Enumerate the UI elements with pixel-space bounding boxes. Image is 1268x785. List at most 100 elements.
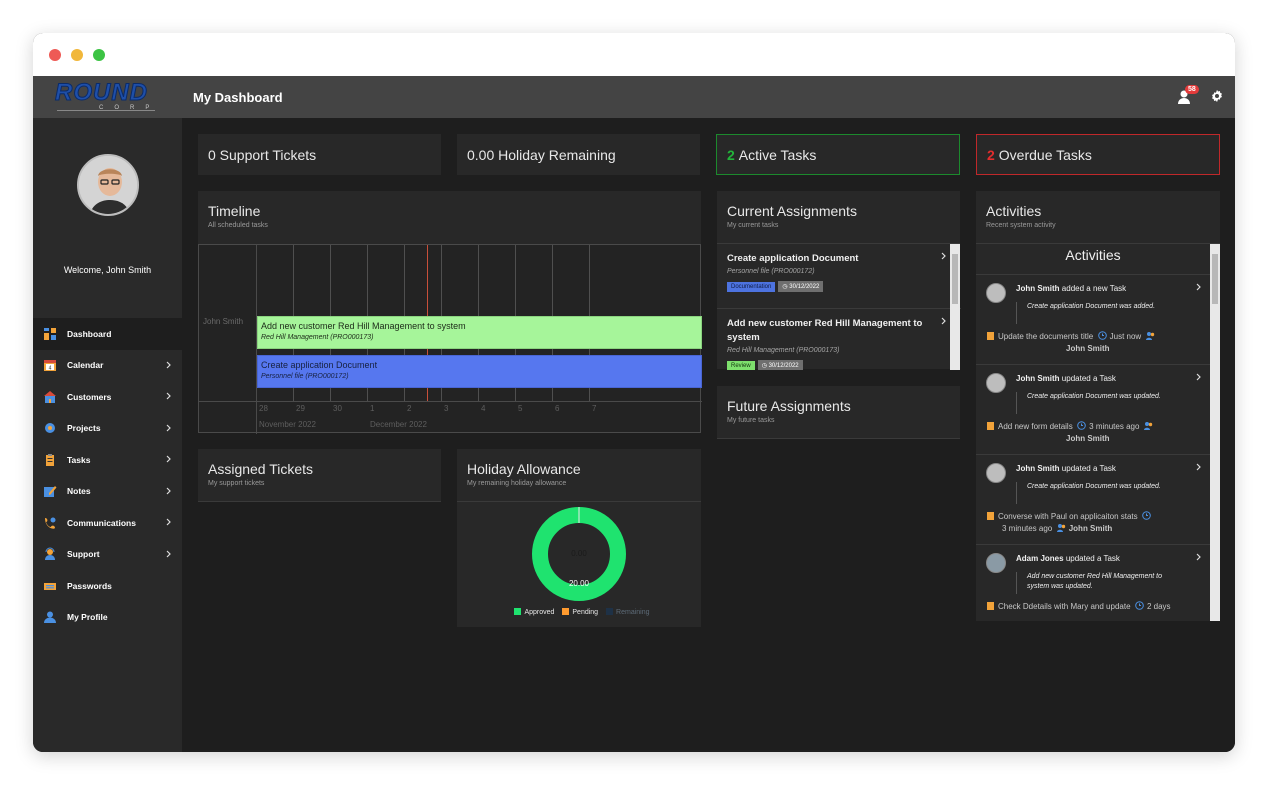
settings-gear-icon[interactable] — [1210, 89, 1224, 103]
task-bar-title: Create application Document — [261, 360, 378, 370]
activity-meta: Converse with Paul on applicaiton stats … — [986, 511, 1200, 535]
sidebar-item-tasks[interactable]: Tasks — [33, 444, 182, 476]
task-bar-subtitle: Personnel file (PRO000172) — [261, 373, 349, 380]
activity-description: Create application Document was updated. — [1016, 482, 1176, 504]
dashboard-icon — [44, 327, 56, 340]
tasks-icon — [46, 453, 54, 466]
timeline-tick-label: 2 — [407, 404, 412, 413]
activity-avatar — [986, 463, 1006, 483]
user-avatar[interactable] — [77, 154, 139, 216]
profile-panel: Welcome, John Smith — [33, 118, 182, 318]
activity-item[interactable]: Adam Jones updated a Task Add new custom… — [976, 545, 1210, 621]
logo-divider — [57, 110, 155, 111]
current-assignments-header: Current Assignments My current tasks — [717, 191, 960, 244]
activity-item[interactable]: John Smith updated a Task Create applica… — [976, 365, 1210, 455]
top-bar: ROUND CORP My Dashboard 58 — [33, 76, 1235, 118]
support-tickets-stat[interactable]: 0 Support Tickets — [198, 134, 441, 175]
timeline-tick-label: 30 — [333, 404, 342, 413]
timeline-task-bar[interactable]: Create application Document Personnel fi… — [257, 355, 702, 388]
scrollbar-thumb[interactable] — [952, 254, 958, 304]
activity-meta: Update the documents title Just now John… — [986, 331, 1200, 355]
chevron-right-icon[interactable] — [1196, 373, 1202, 381]
chevron-right-icon — [166, 487, 171, 494]
assignment-subtitle: Red Hill Management (PRO000173) — [727, 347, 840, 354]
timeline-tick-label: 28 — [259, 404, 268, 413]
activities-header: Activities Recent system activity — [976, 191, 1220, 244]
chevron-right-icon[interactable] — [1196, 283, 1202, 291]
sidebar-item-communications[interactable]: Communications — [33, 507, 182, 539]
profile-icon — [44, 611, 56, 624]
assignment-title: Create application Document — [727, 253, 859, 264]
sidebar-item-label: Dashboard — [67, 328, 112, 339]
activities-scrollbar[interactable] — [1210, 244, 1220, 621]
assignments-scrollbar[interactable] — [950, 244, 960, 370]
timeline-month-label: November 2022 — [259, 420, 316, 429]
activity-meta: Add new form details 3 minutes ago John … — [986, 421, 1200, 445]
sidebar-item-projects[interactable]: Projects — [33, 413, 182, 445]
activity-time: 2 days — [1146, 602, 1171, 611]
sidebar-item-support[interactable]: Support — [33, 539, 182, 571]
sidebar-item-dashboard[interactable]: Dashboard — [33, 318, 182, 350]
sidebar-item-label: Projects — [67, 423, 101, 434]
assignment-subtitle: Personnel file (PRO000172) — [727, 268, 815, 275]
activity-meta: Check Ddetails with Mary and update 2 da… — [986, 601, 1200, 613]
chevron-right-icon[interactable] — [1196, 463, 1202, 471]
company-logo[interactable]: ROUND CORP — [55, 80, 159, 112]
sidebar-item-notes[interactable]: Notes — [33, 476, 182, 508]
assigned-tickets-card: Assigned Tickets My support tickets — [198, 449, 441, 502]
sidebar-item-label: Communications — [67, 517, 136, 528]
active-tasks-stat[interactable]: 2 Active Tasks — [716, 134, 960, 175]
scrollbar-thumb[interactable] — [1212, 254, 1218, 304]
minimize-window-button[interactable] — [71, 49, 83, 61]
sidebar-item-my-profile[interactable]: My Profile — [33, 602, 182, 634]
activity-avatar — [986, 373, 1006, 393]
sidebar-item-calendar[interactable]: 4 Calendar — [33, 350, 182, 382]
active-tasks-count: 2 — [727, 146, 735, 163]
chevron-right-icon — [166, 455, 171, 463]
legend-approved[interactable]: Approved — [524, 609, 554, 616]
timeline-tick-label: 7 — [592, 404, 597, 413]
future-assignments-header: Future Assignments My future tasks — [717, 386, 960, 439]
notification-count-badge: 58 — [1185, 85, 1199, 94]
timeline-task-bar[interactable]: Add new customer Red Hill Management to … — [257, 316, 702, 349]
timeline-tick-label: 29 — [296, 404, 305, 413]
timeline-chart: John Smith Add new customer Red Hill Man… — [198, 244, 702, 434]
close-window-button[interactable] — [49, 49, 61, 61]
legend-pending[interactable]: Pending — [572, 609, 598, 616]
assignment-date-text: 30/12/2022 — [768, 363, 799, 369]
future-assignments-card: Future Assignments My future tasks — [717, 386, 960, 439]
activity-item[interactable]: John Smith updated a Task Create applica… — [976, 455, 1210, 545]
timeline-tick-label: 5 — [518, 404, 523, 413]
avatar-portrait-icon — [79, 156, 137, 214]
assignment-tag: Documentation — [727, 282, 776, 292]
activity-item[interactable]: John Smith added a new Task Create appli… — [976, 275, 1210, 365]
assignment-item[interactable]: Create application Document Personnel fi… — [717, 244, 961, 309]
sidebar-item-label: My Profile — [67, 612, 108, 623]
task-bar-subtitle: Red Hill Management (PRO000173) — [261, 334, 374, 341]
activity-description: Add new customer Red Hill Management to … — [1016, 572, 1176, 594]
clock-icon — [1077, 421, 1086, 430]
timeline-header: Timeline All scheduled tasks — [198, 191, 701, 244]
approved-value-label: 20.00 — [569, 579, 590, 588]
overdue-tasks-stat[interactable]: 2 Overdue Tasks — [976, 134, 1220, 175]
assignment-date-text: 30/12/2022 — [789, 284, 820, 290]
assignment-item[interactable]: Add new customer Red Hill Management to … — [717, 309, 961, 370]
holiday-remaining-stat[interactable]: 0.00 Holiday Remaining — [457, 134, 700, 175]
holiday-allowance-card: Holiday Allowance My remaining holiday a… — [457, 449, 701, 627]
timeline-tick-label: 3 — [444, 404, 449, 413]
donut-svg: 0.00 20.00 — [532, 507, 626, 601]
sidebar-item-customers[interactable]: Customers — [33, 381, 182, 413]
chevron-right-icon[interactable] — [1196, 553, 1202, 561]
activity-user: John Smith — [1016, 464, 1060, 473]
activity-avatar — [986, 553, 1006, 573]
timeline-month-label: December 2022 — [370, 420, 427, 429]
users-icon — [1145, 332, 1154, 340]
notes-icon — [44, 486, 57, 498]
task-clipboard-icon — [987, 602, 994, 610]
legend-remaining[interactable]: Remaining — [616, 609, 649, 616]
communications-icon — [45, 517, 56, 529]
maximize-window-button[interactable] — [93, 49, 105, 61]
chevron-right-icon — [166, 361, 171, 368]
remaining-value-label: 0.00 — [571, 549, 587, 558]
sidebar-item-passwords[interactable]: Passwords — [33, 570, 182, 602]
